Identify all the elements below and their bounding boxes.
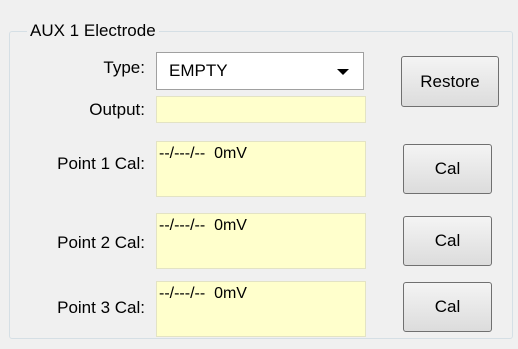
type-select[interactable]: EMPTY bbox=[156, 52, 364, 90]
point-3-cal-field: --/---/-- 0mV bbox=[156, 281, 366, 337]
group-title: AUX 1 Electrode bbox=[27, 21, 159, 41]
point-3-cal-button[interactable]: Cal bbox=[403, 282, 492, 332]
point-2-cal-label: Point 2 Cal: bbox=[57, 233, 145, 252]
output-label: Output: bbox=[89, 100, 145, 119]
type-label: Type: bbox=[103, 58, 145, 77]
point-1-cal-button[interactable]: Cal bbox=[403, 144, 492, 194]
point-2-cal-button[interactable]: Cal bbox=[403, 216, 492, 266]
point-3-cal-value: --/---/-- 0mV bbox=[159, 285, 247, 302]
point-1-cal-field: --/---/-- 0mV bbox=[156, 141, 366, 197]
output-field bbox=[156, 96, 366, 123]
point-1-cal-value: --/---/-- 0mV bbox=[159, 145, 247, 162]
type-select-value: EMPTY bbox=[169, 61, 228, 80]
point-3-cal-label: Point 3 Cal: bbox=[57, 298, 145, 317]
restore-button[interactable]: Restore bbox=[401, 56, 499, 107]
point-2-cal-field: --/---/-- 0mV bbox=[156, 213, 366, 269]
point-1-cal-label: Point 1 Cal: bbox=[57, 154, 145, 173]
chevron-down-icon bbox=[337, 69, 349, 75]
point-2-cal-value: --/---/-- 0mV bbox=[159, 217, 247, 234]
